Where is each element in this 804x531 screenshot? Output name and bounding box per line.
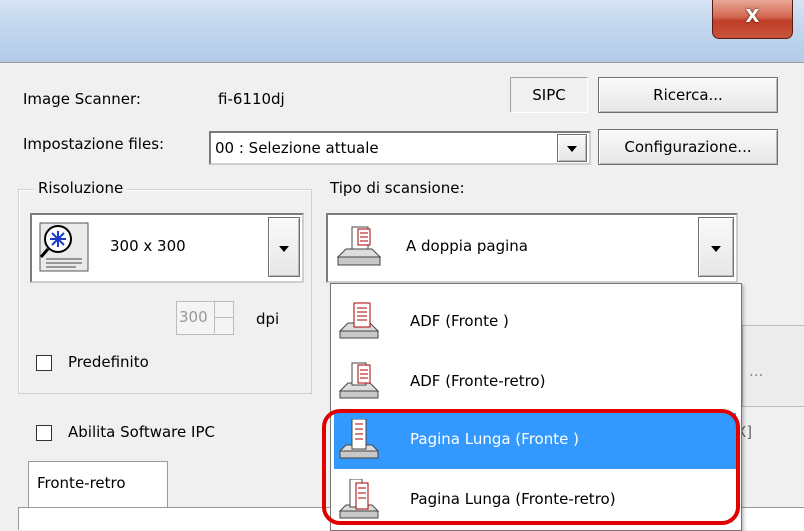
scanner-front-icon (338, 302, 380, 339)
search-button-label: Ricerca... (653, 86, 723, 104)
settings-file-select[interactable]: 00 : Selezione attuale (209, 131, 591, 165)
chevron-down-icon (711, 246, 721, 252)
resolution-group-label: Risoluzione (34, 179, 128, 197)
search-button[interactable]: Ricerca... (598, 77, 778, 113)
ipc-checkbox[interactable] (36, 425, 52, 441)
scanner-duplex-icon (336, 226, 382, 266)
configuration-button[interactable]: Configurazione... (598, 129, 778, 165)
sipc-indicator: SIPC (510, 77, 588, 113)
image-scanner-label: Image Scanner: (23, 90, 141, 108)
scan-type-select[interactable]: A doppia pagina (326, 213, 738, 283)
settings-file-label: Impostazione files: (23, 135, 165, 153)
configuration-button-label: Configurazione... (624, 138, 752, 156)
scan-type-value: A doppia pagina (406, 237, 528, 255)
resolution-select[interactable]: 300 x 300 (30, 213, 304, 283)
image-scanner-value: fi-6110dj (218, 90, 285, 108)
dpi-value: 300 (179, 308, 208, 326)
spin-down-icon[interactable] (214, 318, 233, 333)
option-adf-duplex-label: ADF (Fronte-retro) (410, 372, 546, 390)
partial-button[interactable]: ... (742, 325, 804, 407)
dpi-unit: dpi (256, 310, 280, 328)
option-adf-duplex[interactable]: ADF (Fronte-retro) (334, 355, 736, 411)
default-checkbox[interactable] (36, 355, 52, 371)
tab-front-back[interactable]: Fronte-retro (28, 461, 168, 508)
tab-front-back-label: Fronte-retro (37, 474, 126, 492)
scan-type-label: Tipo di scansione: (330, 179, 465, 197)
option-adf-front-label: ADF (Fronte ) (410, 312, 509, 330)
chevron-down-icon (279, 246, 289, 252)
dpi-spinner[interactable]: 300 (176, 301, 234, 335)
settings-dropdown-button[interactable] (557, 134, 587, 162)
close-button[interactable]: X (712, 0, 793, 39)
option-adf-front[interactable]: ADF (Fronte ) (334, 295, 736, 351)
scanner-dialog: Image Scanner: fi-6110dj SIPC Ricerca...… (0, 62, 804, 531)
resolution-dropdown-button[interactable] (268, 217, 300, 277)
default-label: Predefinito (68, 353, 149, 371)
title-bar: X (0, 0, 804, 62)
scanner-duplex-icon (338, 362, 380, 399)
magnifier-icon (39, 222, 89, 272)
settings-file-value: 00 : Selezione attuale (215, 139, 379, 157)
spin-up-icon[interactable] (214, 302, 233, 318)
close-icon: X (745, 6, 760, 27)
scan-type-dropdown-button[interactable] (698, 217, 734, 277)
sipc-label: SIPC (532, 86, 566, 104)
resolution-value: 300 x 300 (110, 237, 186, 255)
chevron-down-icon (567, 146, 577, 152)
partial-ellipsis: ... (749, 362, 764, 380)
annotation-highlight (322, 409, 740, 525)
ipc-label: Abilita Software IPC (68, 423, 215, 441)
